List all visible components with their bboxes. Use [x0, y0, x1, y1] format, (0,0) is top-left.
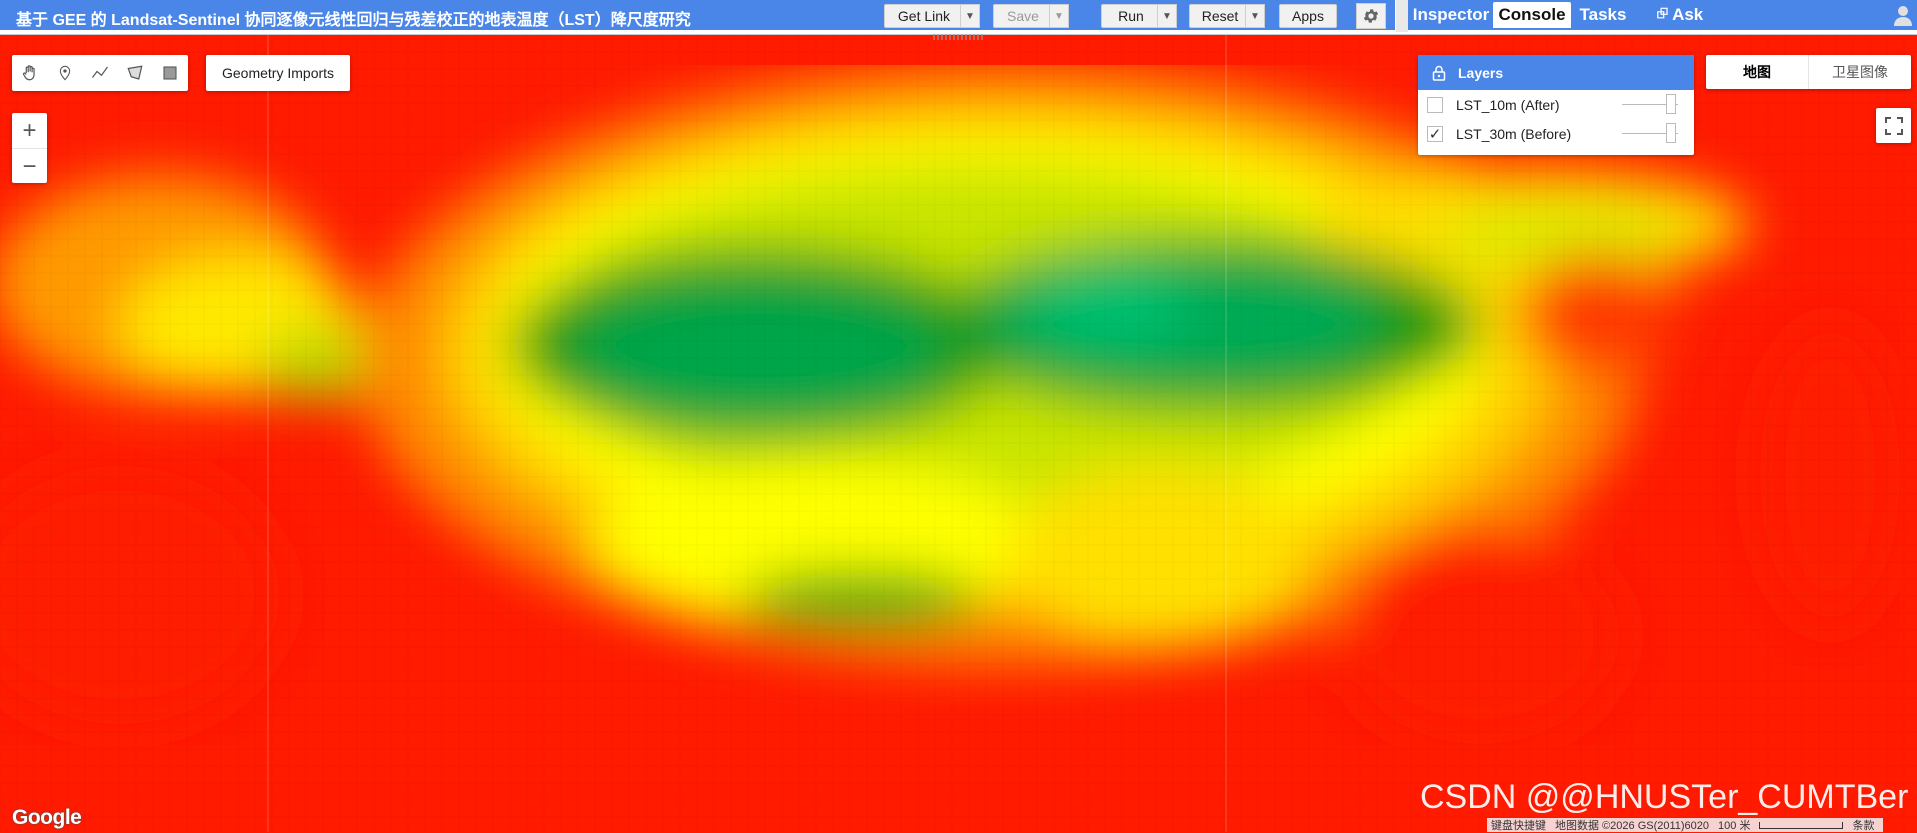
tab-console[interactable]: Console	[1493, 2, 1571, 28]
line-tool-button[interactable]	[82, 55, 117, 91]
drawing-toolbar	[12, 55, 188, 91]
resize-handle[interactable]	[933, 34, 983, 40]
reset-dropdown[interactable]: ▼	[1245, 4, 1265, 28]
get-link-button[interactable]: Get Link	[884, 4, 964, 28]
save-button[interactable]: Save	[993, 4, 1053, 28]
polygon-tool-button[interactable]	[117, 55, 152, 91]
hand-icon	[22, 65, 35, 81]
map-type-satellite[interactable]: 卫星图像	[1809, 55, 1911, 89]
apps-button[interactable]: Apps	[1279, 4, 1337, 28]
fullscreen-icon	[1884, 116, 1903, 135]
pan-tool-button[interactable]	[12, 55, 47, 91]
map-attribution: 键盘快捷键 地图数据 ©2026 GS(2011)6020 100 米 条款	[1487, 817, 1884, 833]
map-type-control: 地图 卫星图像	[1706, 55, 1911, 89]
layers-panel: Layers LST_10m (After) ✓ LST_30m (Before…	[1418, 55, 1694, 155]
polygon-icon	[126, 65, 143, 80]
polyline-icon	[91, 66, 108, 78]
tab-ask-label: Ask	[1672, 5, 1704, 24]
panel-splitter[interactable]	[1396, 0, 1408, 32]
keyboard-shortcuts-link[interactable]: 键盘快捷键	[1491, 817, 1546, 833]
layers-title: Layers	[1458, 64, 1504, 81]
scale-bar	[1759, 821, 1844, 829]
settings-button[interactable]	[1356, 3, 1386, 29]
opacity-slider-handle[interactable]	[1666, 123, 1676, 143]
checkmark: ✓	[1428, 125, 1442, 143]
opacity-slider-handle[interactable]	[1666, 94, 1676, 114]
get-link-dropdown[interactable]: ▼	[960, 4, 980, 28]
tab-inspector[interactable]: Inspector	[1412, 2, 1490, 28]
chevron-down-icon: ▼	[965, 10, 975, 22]
rectangle-tool-button[interactable]	[152, 55, 187, 91]
zoom-out-button[interactable]: −	[12, 149, 47, 184]
point-tool-button[interactable]	[47, 55, 82, 91]
right-panel-tabs: Inspector Console Tasks ⮺ Ask	[1408, 0, 1917, 30]
map-data-attribution: 地图数据 ©2026 GS(2011)6020	[1555, 820, 1710, 832]
reset-button[interactable]: Reset	[1189, 4, 1251, 28]
layers-header[interactable]: Layers	[1418, 55, 1694, 90]
layer-name: LST_30m (Before)	[1456, 125, 1572, 142]
run-dropdown[interactable]: ▼	[1157, 4, 1177, 28]
layer-name: LST_10m (After)	[1456, 96, 1560, 113]
terms-link[interactable]: 条款	[1852, 817, 1874, 833]
layer-visibility-checkbox[interactable]: ✓	[1427, 125, 1443, 143]
rectangle-icon	[162, 66, 177, 80]
layer-row: LST_10m (After)	[1418, 90, 1694, 119]
map-pin-icon	[59, 65, 70, 81]
top-bar: 基于 GEE 的 Landsat-Sentinel 协同逐像元线性回归与残差校正…	[0, 0, 1917, 35]
layer-row: ✓ LST_30m (Before)	[1418, 119, 1694, 148]
zoom-in-button[interactable]: +	[12, 113, 47, 149]
lock-icon	[1432, 65, 1446, 81]
run-button[interactable]: Run	[1101, 4, 1161, 28]
editor-header: 基于 GEE 的 Landsat-Sentinel 协同逐像元线性回归与残差校正…	[0, 0, 1395, 30]
fullscreen-button[interactable]	[1876, 108, 1911, 143]
tab-ask[interactable]: ⮺ Ask	[1650, 2, 1710, 28]
ask-icon: ⮺	[1656, 5, 1669, 21]
chevron-down-icon: ▼	[1162, 10, 1172, 22]
user-avatar[interactable]	[1892, 4, 1914, 26]
gear-icon	[1363, 9, 1379, 23]
map-type-roadmap[interactable]: 地图	[1706, 55, 1809, 89]
avatar-icon	[1894, 6, 1912, 26]
zoom-control: + −	[12, 113, 47, 183]
chevron-down-icon: ▼	[1250, 10, 1260, 22]
save-dropdown[interactable]: ▼	[1049, 4, 1069, 28]
scale-label[interactable]: 100 米	[1718, 817, 1750, 833]
layer-visibility-checkbox[interactable]	[1427, 96, 1443, 113]
csdn-watermark: CSDN @@HNUSTer_CUMTBer	[1420, 778, 1909, 816]
tab-tasks[interactable]: Tasks	[1575, 2, 1631, 28]
google-logo: Google	[12, 806, 82, 829]
geometry-imports-button[interactable]: Geometry Imports	[206, 55, 351, 91]
chevron-down-icon: ▼	[1054, 10, 1064, 22]
script-title[interactable]: 基于 GEE 的 Landsat-Sentinel 协同逐像元线性回归与残差校正…	[16, 6, 691, 30]
